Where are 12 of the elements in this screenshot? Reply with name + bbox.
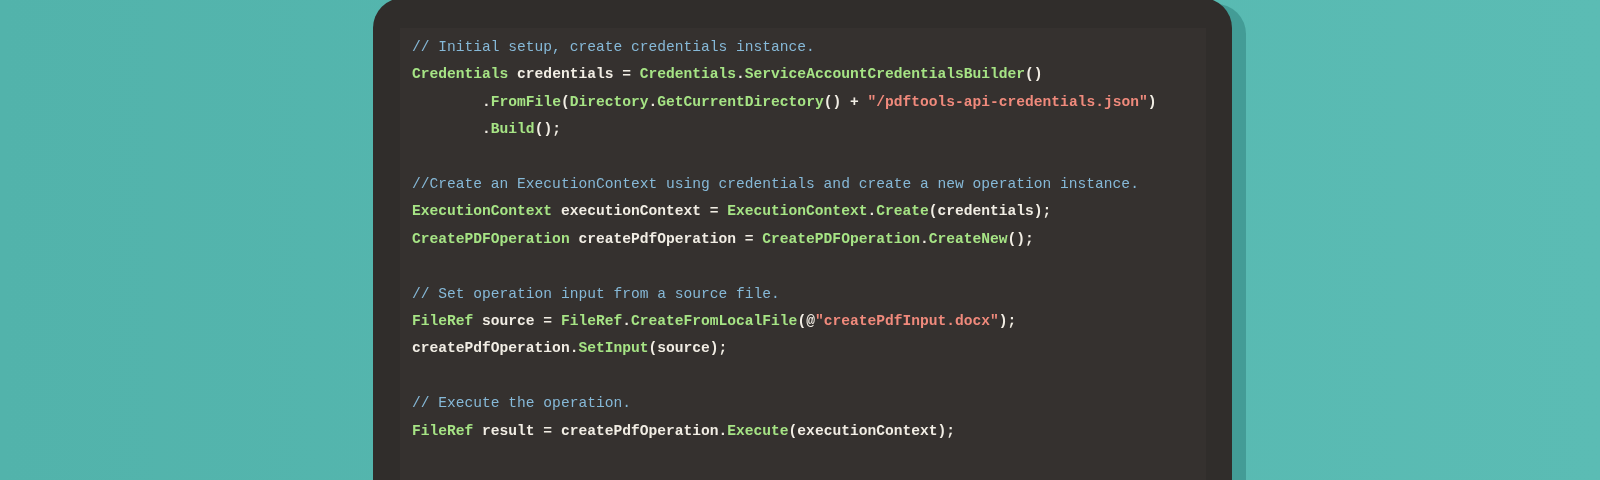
code-line: // Initial setup, create credentials instance. [412,38,815,57]
code-line: FileRef result = createPdfOperation.Execute(executionContext); [412,421,955,441]
code-line: .Build(); [481,120,561,140]
code-line: ExecutionContext executionContext = ExecutionContext.Create(credentials); [412,202,1052,222]
code-line: //Create an ExecutionContext using credentials and create a new operation instance. [412,175,1139,194]
code-line: // Set operation input from a source file. [412,284,780,304]
code-line: // Execute the operation. [412,394,631,414]
code-line: .FromFile(Directory.GetCurrentDirectory() + "/pdftools-api-credentials.json") [481,92,1157,112]
code-line: CreatePDFOperation createPdfOperation = CreatePDFOperation.CreateNew(); [412,229,1034,249]
code-line: FileRef source = FileRef.CreateFromLocalFile(@"createPdfInput.docx"); [412,312,1017,332]
code-line: Credentials credentials = Credentials.ServiceAccountCredentialsBuilder() [412,65,1043,85]
code-line: createPdfOperation.SetInput(source); [412,339,728,359]
